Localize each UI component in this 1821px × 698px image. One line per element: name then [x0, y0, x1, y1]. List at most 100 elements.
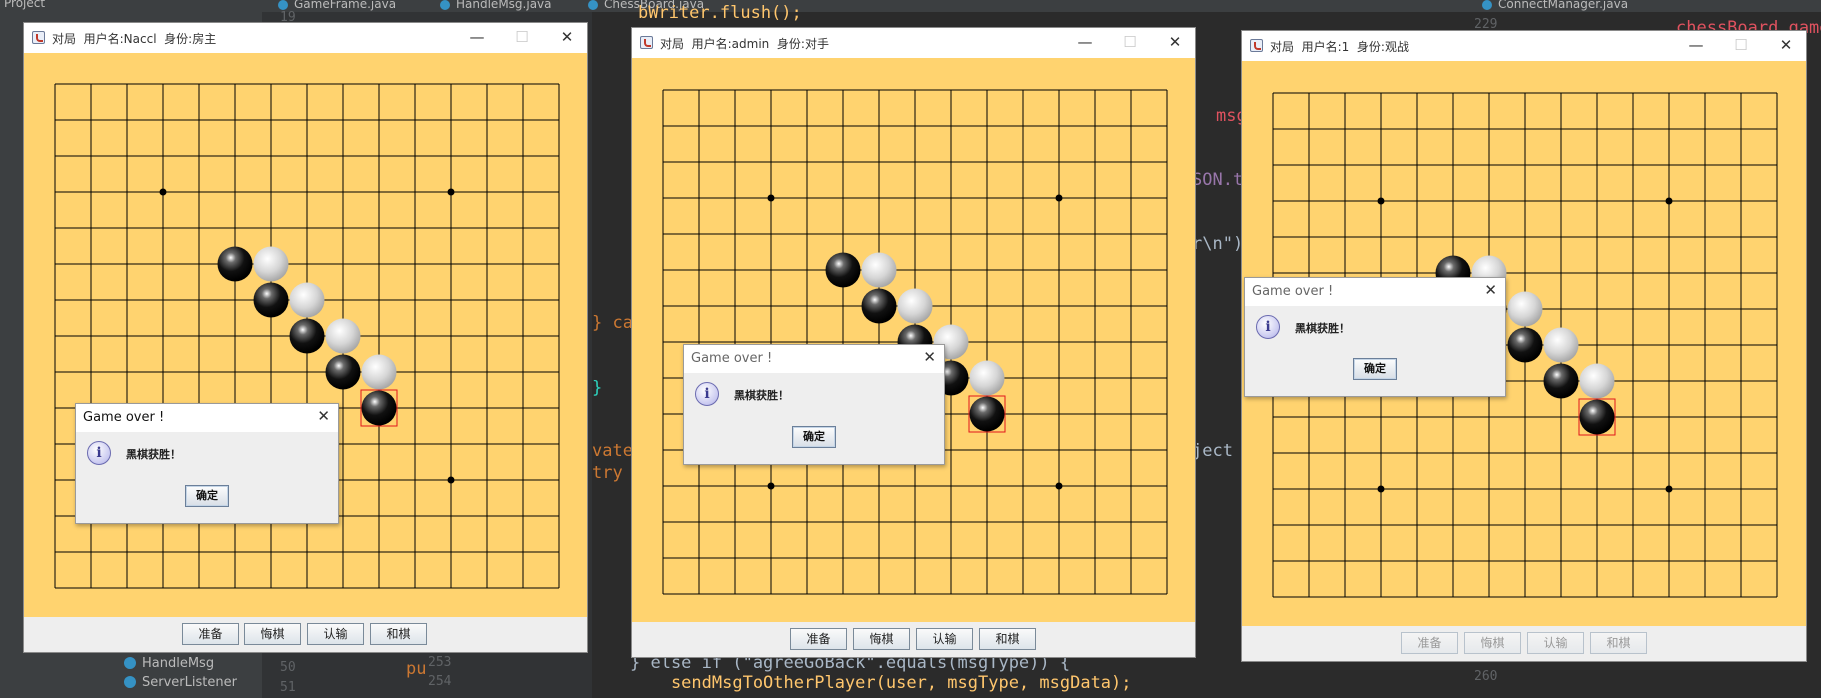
minimize-icon[interactable]: —: [1686, 35, 1706, 55]
draw-button: 和棋: [1590, 632, 1647, 654]
draw-button[interactable]: 和棋: [370, 623, 427, 645]
white-stone: [1579, 363, 1615, 399]
close-icon[interactable]: ✕: [557, 27, 577, 47]
star-point: [447, 476, 455, 484]
draw-button[interactable]: 和棋: [979, 628, 1036, 650]
action-bar: 准备 悔棋 认输 和棋: [24, 617, 587, 652]
game-window-opponent: 对局 用户名:admin 身份:对手 — ☐ ✕ 准备 悔棋 认输 和棋: [631, 27, 1196, 658]
window-titlebar[interactable]: 对局 用户名:1 身份:观战 — ☐ ✕: [1242, 31, 1806, 61]
ready-button[interactable]: 准备: [182, 623, 239, 645]
ok-button[interactable]: 确定: [1353, 358, 1397, 380]
game-over-dialog: Game over ! ✕ i 黑棋获胜！ 确定: [683, 344, 945, 465]
class-icon: [1482, 0, 1492, 10]
maximize-icon[interactable]: ☐: [512, 27, 532, 47]
star-point: [767, 482, 775, 490]
game-over-dialog: Game over ! ✕ i 黑棋获胜！ 确定: [75, 403, 339, 524]
star-point: [159, 188, 167, 196]
java-app-icon: [1250, 39, 1263, 52]
dialog-titlebar[interactable]: Game over ! ✕: [76, 404, 338, 432]
star-point: [1055, 482, 1063, 490]
line-number: 254: [428, 674, 452, 689]
java-app-icon: [32, 31, 45, 44]
ready-button: 准备: [1401, 632, 1458, 654]
line-number: 253: [428, 655, 452, 670]
white-stone: [969, 360, 1005, 396]
code-line: bWriter.flush();: [638, 3, 802, 23]
class-icon: [440, 0, 450, 10]
code-line: try: [592, 463, 623, 483]
black-stone: [1507, 327, 1543, 363]
close-icon[interactable]: ✕: [1776, 35, 1796, 55]
black-stone: [969, 396, 1005, 432]
black-stone: [325, 354, 361, 390]
black-stone: [361, 390, 397, 426]
window-title: 对局 用户名:admin 身份:对手: [660, 37, 829, 51]
tab-gameframe[interactable]: GameFrame.java: [278, 0, 396, 12]
tree-item-serverlistener[interactable]: ServerListener: [124, 675, 237, 690]
code-line: }: [592, 378, 603, 398]
resign-button[interactable]: 认输: [916, 628, 973, 650]
class-icon: [278, 0, 288, 10]
window-titlebar[interactable]: 对局 用户名:Naccl 身份:房主 — ☐ ✕: [24, 23, 587, 53]
black-stone: [861, 288, 897, 324]
action-bar: 准备 悔棋 认输 和棋: [632, 622, 1195, 657]
tab-label: HandleMsg.java: [456, 0, 552, 11]
ready-button[interactable]: 准备: [790, 628, 847, 650]
action-bar: 准备 悔棋 认输 和棋: [1242, 626, 1806, 661]
window-titlebar[interactable]: 对局 用户名:admin 身份:对手 — ☐ ✕: [632, 28, 1195, 58]
undo-button[interactable]: 悔棋: [853, 628, 910, 650]
white-stone: [1507, 291, 1543, 327]
code-line: pu: [406, 659, 427, 679]
dialog-title: Game over !: [1252, 284, 1334, 299]
java-app-icon: [640, 36, 653, 49]
code-line: } ca: [592, 313, 633, 333]
white-stone: [861, 252, 897, 288]
ok-button[interactable]: 确定: [792, 426, 836, 448]
minimize-icon[interactable]: —: [467, 27, 487, 47]
black-stone: [217, 246, 253, 282]
close-icon[interactable]: ✕: [923, 348, 936, 366]
dialog-message: 黑棋获胜！: [734, 389, 789, 402]
tree-item-handlemsg[interactable]: HandleMsg: [124, 656, 214, 671]
tree-item-label: HandleMsg: [142, 656, 215, 671]
close-icon[interactable]: ✕: [317, 407, 330, 425]
star-point: [1665, 197, 1673, 205]
tab-handlemsg[interactable]: HandleMsg.java: [440, 0, 552, 12]
resign-button[interactable]: 认输: [307, 623, 364, 645]
white-stone: [325, 318, 361, 354]
dialog-titlebar[interactable]: Game over ! ✕: [1245, 278, 1505, 306]
dialog-title: Game over !: [691, 351, 773, 366]
maximize-icon[interactable]: ☐: [1120, 32, 1140, 52]
close-icon[interactable]: ✕: [1484, 281, 1497, 299]
dialog-message: 黑棋获胜！: [126, 448, 181, 461]
gomoku-board[interactable]: [662, 89, 1169, 596]
maximize-icon[interactable]: ☐: [1731, 35, 1751, 55]
tab-connectmanager[interactable]: ConnectManager.java: [1482, 0, 1628, 12]
ide-tab-bar: Project GameFrame.java HandleMsg.java Ch…: [0, 0, 1821, 12]
resign-button: 认输: [1527, 632, 1584, 654]
tree-item-label: ServerListener: [142, 675, 237, 690]
project-label[interactable]: Project: [4, 0, 45, 10]
game-over-dialog: Game over ! ✕ i 黑棋获胜！ 确定: [1244, 277, 1506, 397]
white-stone: [1543, 327, 1579, 363]
code-line: SON.t: [1192, 170, 1244, 190]
white-stone: [897, 288, 933, 324]
minimize-icon[interactable]: —: [1075, 32, 1095, 52]
white-stone: [361, 354, 397, 390]
dialog-titlebar[interactable]: Game over ! ✕: [684, 345, 944, 373]
ok-button[interactable]: 确定: [185, 485, 229, 507]
white-stone: [289, 282, 325, 318]
info-icon: i: [87, 441, 111, 465]
info-icon: i: [1256, 315, 1280, 339]
code-line: vate: [592, 441, 633, 461]
line-number: 50: [280, 660, 296, 675]
undo-button: 悔棋: [1464, 632, 1521, 654]
class-icon: [124, 657, 136, 669]
black-stone: [825, 252, 861, 288]
line-number: 51: [280, 680, 296, 695]
close-icon[interactable]: ✕: [1165, 32, 1185, 52]
info-icon: i: [695, 382, 719, 406]
class-icon: [124, 676, 136, 688]
undo-button[interactable]: 悔棋: [244, 623, 301, 645]
black-stone: [253, 282, 289, 318]
